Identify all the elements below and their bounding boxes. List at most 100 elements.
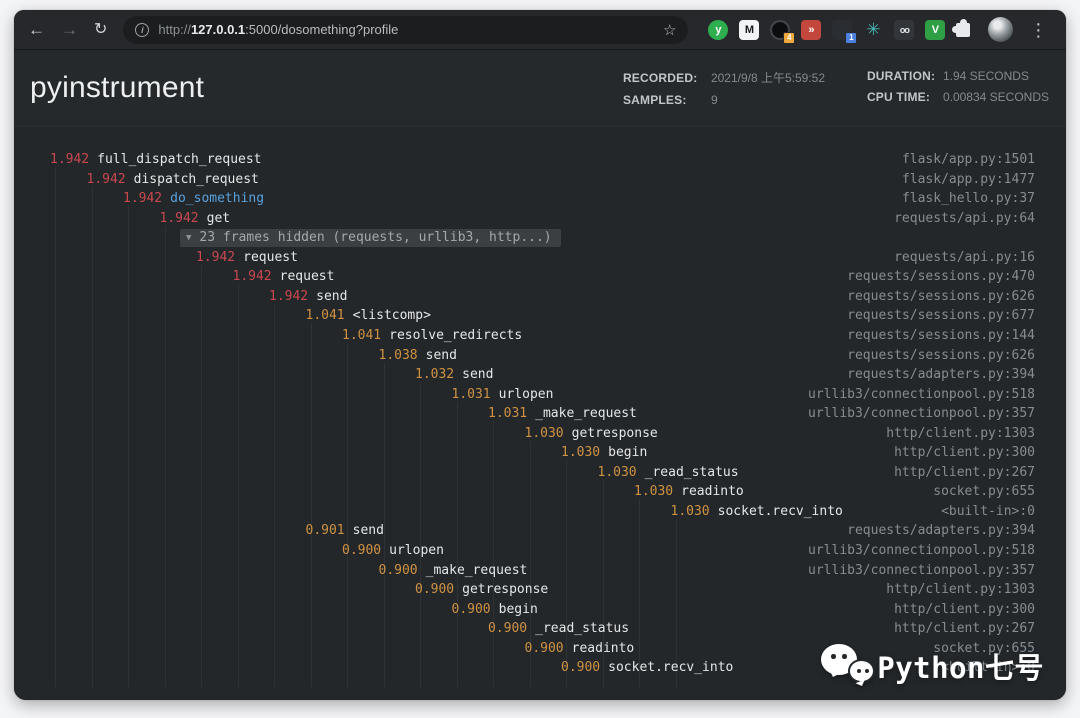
meta-value: 2021/9/8 上午5:59:52: [711, 69, 867, 86]
meta-value: 1.94 SECONDS: [943, 69, 1029, 83]
frame-row[interactable]: 0.901sendrequests/adapters.py:394: [14, 521, 1066, 541]
meta-samples: SAMPLES:9: [623, 93, 867, 107]
frame-row[interactable]: 1.038sendrequests/sessions.py:626: [14, 346, 1066, 366]
frame-row[interactable]: 1.031_make_requesturllib3/connectionpool…: [14, 404, 1066, 424]
frame-row[interactable]: 1.942sendrequests/sessions.py:626: [14, 287, 1066, 307]
meta-label: RECORDED:: [623, 71, 711, 85]
frame-row[interactable]: 1.942dispatch_requestflask/app.py:1477: [14, 170, 1066, 190]
frame-time: 0.900: [561, 658, 600, 678]
meta-duration: DURATION:1.94 SECONDS: [867, 69, 1049, 83]
meta-value: 0.00834 SECONDS: [943, 90, 1049, 104]
extension-goggles[interactable]: oo: [894, 20, 914, 40]
bookmark-star-icon[interactable]: ☆: [663, 21, 676, 39]
frame-time: 1.041: [306, 306, 345, 326]
extension-m[interactable]: M: [739, 20, 759, 40]
extension-green-v[interactable]: V: [925, 20, 945, 40]
frame-name: send: [316, 287, 347, 307]
reload-button[interactable]: ↻: [94, 22, 107, 38]
frame-row[interactable]: 1.030 readinto socket.py:655: [14, 482, 1066, 502]
pyinstrument-header: pyinstrument RECORDED:2021/9/8 上午5:59:52…: [14, 50, 1066, 127]
frame-time: 1.942: [87, 170, 126, 190]
frame-location: urllib3/connectionpool.py:518: [808, 541, 1066, 561]
browser-window: ← → ↻ i http://127.0.0.1:5000/dosomethin…: [14, 10, 1066, 700]
frame-row[interactable]: 1.942requestrequests/api.py:16: [14, 248, 1066, 268]
frame-row[interactable]: 1.942full_dispatch_requestflask/app.py:1…: [14, 150, 1066, 170]
frame-time: 0.900: [415, 580, 454, 600]
frame-row[interactable]: 1.031urlopenurllib3/connectionpool.py:51…: [14, 385, 1066, 405]
frame-row[interactable]: 1.030 begin http/client.py:300: [14, 443, 1066, 463]
frame-row[interactable]: 1.942do_somethingflask_hello.py:37: [14, 189, 1066, 209]
frame-row[interactable]: 0.900_read_statushttp/client.py:267: [14, 619, 1066, 639]
frame-time: 1.030: [561, 443, 600, 463]
address-bar[interactable]: i http://127.0.0.1:5000/dosomething?prof…: [123, 16, 688, 44]
meta-label: SAMPLES:: [623, 93, 711, 107]
frame-time: 1.942: [50, 150, 89, 170]
extension-green-y[interactable]: y: [708, 20, 728, 40]
frame-location: requests/sessions.py:470: [847, 267, 1066, 287]
frame-name: begin: [499, 600, 538, 620]
frame-name: send: [353, 521, 384, 541]
frame-time: 1.038: [379, 346, 418, 366]
frame-time: 1.031: [488, 404, 527, 424]
frame-row[interactable]: 0.900getresponsehttp/client.py:1303: [14, 580, 1066, 600]
frame-time: 1.030: [671, 502, 710, 522]
frame-row[interactable]: 1.942requestrequests/sessions.py:470: [14, 267, 1066, 287]
frame-row[interactable]: 1.942getrequests/api.py:64: [14, 209, 1066, 229]
frame-name: _read_status: [535, 619, 629, 639]
frame-name: begin: [608, 443, 647, 463]
frame-location: flask_hello.py:37: [902, 189, 1066, 209]
site-info-icon[interactable]: i: [135, 23, 149, 37]
meta-label: DURATION:: [867, 69, 943, 83]
frame-location: <built-in>:0: [941, 502, 1066, 522]
frame-name: socket.recv_into: [718, 502, 843, 522]
extension-dark-circle[interactable]: 4: [770, 20, 790, 40]
frame-location: requests/api.py:64: [894, 209, 1066, 229]
meta-cputime: CPU TIME:0.00834 SECONDS: [867, 90, 1049, 104]
frame-row[interactable]: 1.032sendrequests/adapters.py:394: [14, 365, 1066, 385]
frame-time: 0.901: [306, 521, 345, 541]
extension-cube[interactable]: 1: [832, 20, 852, 40]
frame-time: 0.900: [342, 541, 381, 561]
menu-dots-icon[interactable]: ⋮: [1029, 21, 1047, 39]
hidden-frames-chip[interactable]: ▼ 23 frames hidden (requests, urllib3, ht…: [180, 229, 561, 247]
extension-cube-badge: 1: [845, 32, 857, 44]
frame-time: 1.942: [160, 209, 199, 229]
frame-time: 1.030: [598, 463, 637, 483]
frame-name: _make_request: [426, 561, 528, 581]
frame-name: getresponse: [572, 424, 658, 444]
forward-button[interactable]: →: [61, 21, 78, 38]
frame-row[interactable]: 0.900_make_requesturllib3/connectionpool…: [14, 561, 1066, 581]
frame-name: full_dispatch_request: [97, 150, 261, 170]
frame-location: socket.py:655: [933, 482, 1066, 502]
frame-row[interactable]: 1.030 socket.recv_into <built-in>:0: [14, 502, 1066, 522]
frame-location: http/client.py:267: [894, 619, 1066, 639]
frame-row[interactable]: 0.900beginhttp/client.py:300: [14, 600, 1066, 620]
frame-location: requests/api.py:16: [894, 248, 1066, 268]
frame-row[interactable]: 0.900urlopenurllib3/connectionpool.py:51…: [14, 541, 1066, 561]
frame-location: urllib3/connectionpool.py:357: [808, 561, 1066, 581]
back-button[interactable]: ←: [28, 21, 45, 38]
profile-metadata: RECORDED:2021/9/8 上午5:59:52 SAMPLES:9DURA…: [623, 69, 1049, 107]
frame-time: 1.032: [415, 365, 454, 385]
frame-row[interactable]: 1.041resolve_redirectsrequests/sessions.…: [14, 326, 1066, 346]
frame-location: requests/sessions.py:626: [847, 346, 1066, 366]
frame-name: _read_status: [645, 463, 739, 483]
extension-red-forward[interactable]: »: [801, 20, 821, 40]
frame-name: readinto: [572, 639, 635, 659]
hidden-frames-label: 23 frames hidden (requests, urllib3, htt…: [199, 229, 551, 247]
profile-avatar[interactable]: [988, 17, 1013, 42]
meta-label: CPU TIME:: [867, 90, 943, 104]
frame-name: resolve_redirects: [389, 326, 522, 346]
expand-triangle-icon[interactable]: ▼: [186, 229, 191, 247]
extensions-puzzle-icon[interactable]: [956, 23, 970, 37]
frame-row[interactable]: 1.030getresponsehttp/client.py:1303: [14, 424, 1066, 444]
frame-location: http/client.py:300: [894, 600, 1066, 620]
browser-toolbar: ← → ↻ i http://127.0.0.1:5000/dosomethin…: [14, 10, 1066, 50]
frame-location: http/client.py:300: [894, 443, 1066, 463]
frame-row[interactable]: 1.041<listcomp>requests/sessions.py:677: [14, 306, 1066, 326]
frame-name: readinto: [681, 482, 744, 502]
frame-time: 1.030: [634, 482, 673, 502]
hidden-frames-row[interactable]: ▼ 23 frames hidden (requests, urllib3, ht…: [14, 228, 1066, 248]
extension-teal-flower[interactable]: ✳: [863, 20, 883, 40]
frame-row[interactable]: 1.030_read_statushttp/client.py:267: [14, 463, 1066, 483]
